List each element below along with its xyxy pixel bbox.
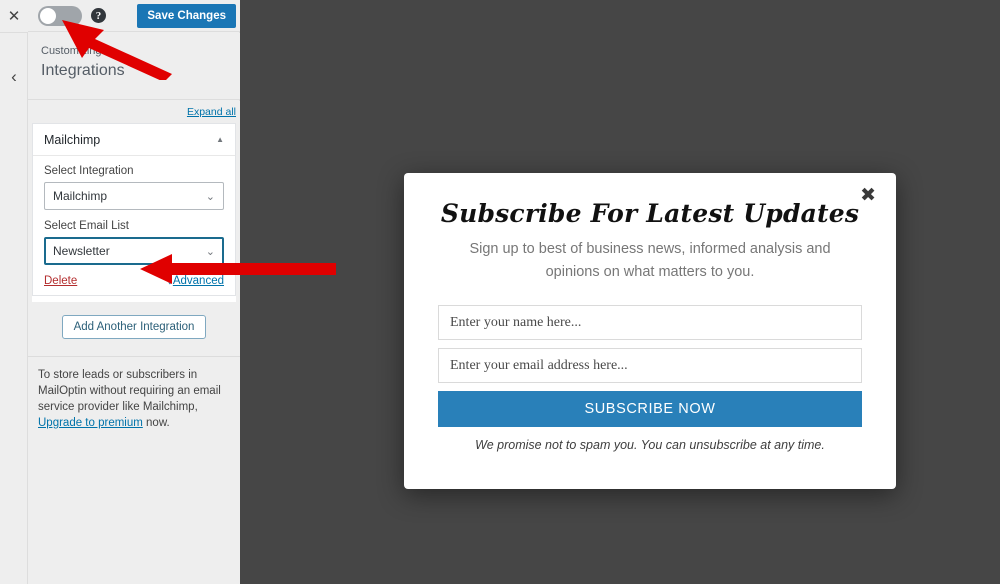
upgrade-to-premium-link[interactable]: Upgrade to premium (38, 417, 143, 429)
advanced-toggle-link[interactable]: ↓Advanced (167, 275, 224, 287)
email-list-select[interactable]: Newsletter ⌄ (44, 237, 224, 265)
integration-panel-header[interactable]: Mailchimp ▲ (33, 124, 235, 156)
rail-divider (0, 32, 28, 33)
modal-headline: Subscribe For Latest Updates (440, 199, 860, 228)
chevron-down-icon: ⌄ (205, 244, 215, 258)
panel-spacer (32, 296, 236, 302)
site-preview-overlay: ✖ Subscribe For Latest Updates Sign up t… (240, 0, 1000, 584)
notice-text-before: To store leads or subscribers in MailOpt… (38, 369, 221, 413)
page-title: Integrations (41, 62, 125, 79)
email-list-select-value: Newsletter (53, 244, 110, 258)
customizer-title-block: Customizing Integrations (28, 33, 240, 100)
modal-subheadline: Sign up to best of business news, inform… (469, 241, 831, 280)
notice-text-after: now. (142, 417, 170, 429)
premium-upsell-notice: To store leads or subscribers in MailOpt… (28, 356, 240, 443)
subscribe-modal: ✖ Subscribe For Latest Updates Sign up t… (404, 173, 896, 489)
select-integration-label: Select Integration (44, 165, 134, 177)
add-another-integration-button[interactable]: Add Another Integration (61, 315, 207, 339)
subscribe-now-button[interactable]: SUBSCRIBE NOW (438, 391, 862, 427)
customizer-rail: ✕ ‹ (0, 0, 28, 584)
expand-all-row: Expand all (28, 101, 240, 123)
expand-all-link[interactable]: Expand all (187, 106, 236, 118)
add-integration-row: Add Another Integration (28, 315, 240, 339)
select-email-list-label: Select Email List (44, 220, 130, 232)
close-customizer-icon[interactable]: ✕ (0, 0, 28, 32)
customizer-header: ? Save Changes (28, 0, 240, 32)
save-changes-button[interactable]: Save Changes (137, 3, 236, 28)
chevron-up-icon[interactable]: ▲ (216, 135, 224, 144)
help-icon[interactable]: ? (91, 8, 106, 23)
subscribe-form: SUBSCRIBE NOW (438, 305, 862, 427)
screen-root: ✕ ‹ ? Save Changes Customizing Integrati… (0, 0, 1000, 584)
email-input[interactable] (438, 348, 862, 383)
customizer-sidebar: ✕ ‹ ? Save Changes Customizing Integrati… (0, 0, 240, 584)
mailchimp-integration-panel: Mailchimp ▲ Select Integration Mailchimp… (32, 123, 236, 296)
integration-actions-row: Delete ↓Advanced (44, 275, 224, 287)
name-input[interactable] (438, 305, 862, 340)
modal-footnote: We promise not to spam you. You can unsu… (475, 438, 825, 452)
advanced-label: Advanced (172, 275, 224, 287)
integration-select-value: Mailchimp (53, 189, 108, 203)
integration-select[interactable]: Mailchimp ⌄ (44, 182, 224, 210)
chevron-left-icon[interactable]: ‹ (0, 50, 28, 102)
integration-panel-body: Select Integration Mailchimp ⌄ Select Em… (33, 156, 235, 295)
delete-integration-link[interactable]: Delete (44, 275, 77, 287)
customizer-controls-pane: Expand all Mailchimp ▲ Select Integratio… (28, 101, 240, 584)
customizing-eyebrow: Customizing (41, 45, 102, 57)
close-icon[interactable]: ✖ (860, 186, 876, 205)
chevron-down-icon: ⌄ (205, 189, 215, 203)
integration-panel-title: Mailchimp (44, 132, 101, 147)
toggle-switch[interactable] (38, 5, 82, 26)
toggle-knob (40, 7, 56, 24)
